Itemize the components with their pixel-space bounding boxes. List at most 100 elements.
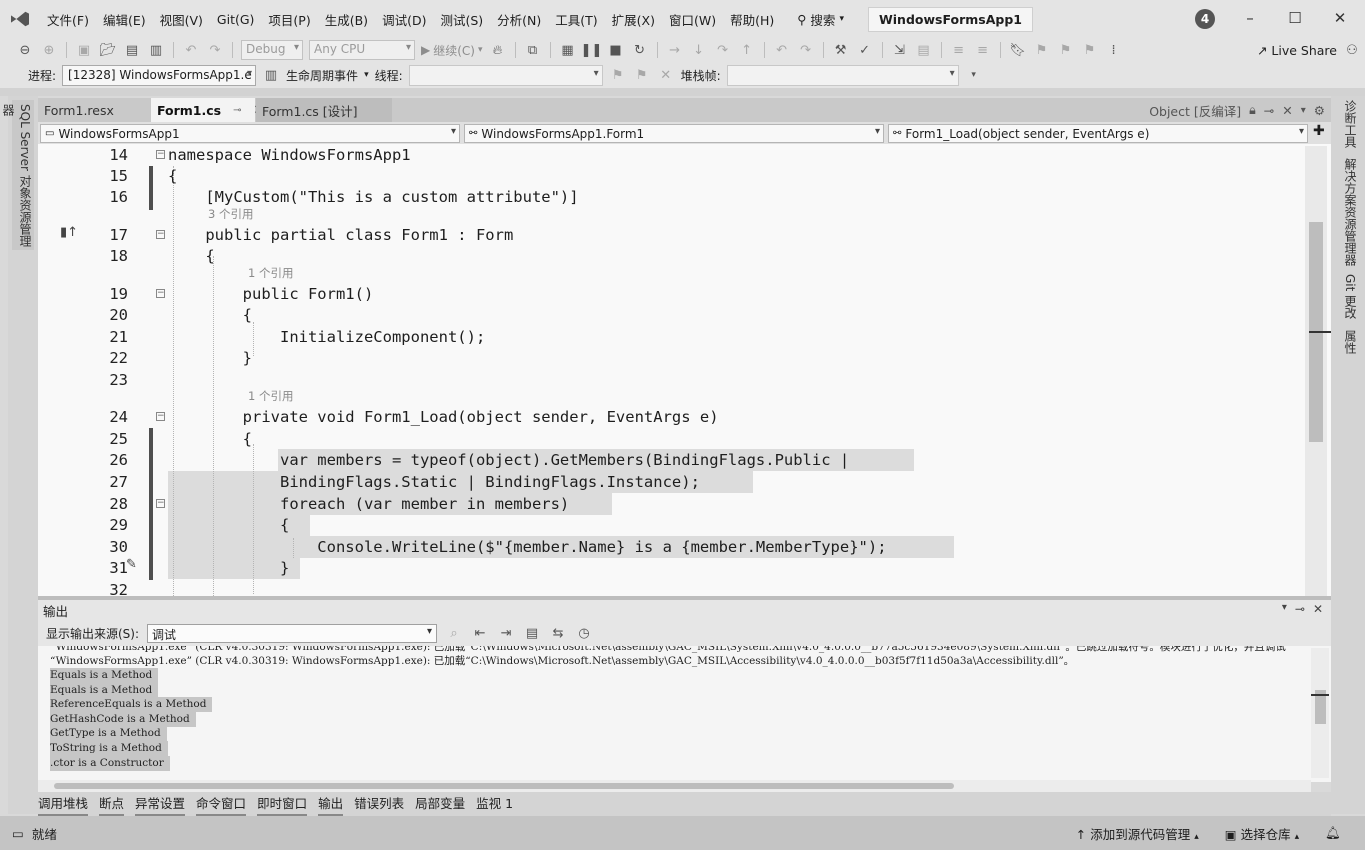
clear-all-icon[interactable]: ▤ (523, 624, 541, 642)
menu-extensions[interactable]: 扩展(X) (605, 10, 662, 29)
restart-icon[interactable]: ↻ (631, 41, 649, 59)
menu-project[interactable]: 项目(P) (261, 10, 317, 29)
forward-icon[interactable]: ⊕ (40, 41, 58, 59)
menu-tools[interactable]: 工具(T) (548, 10, 604, 29)
save-all-icon[interactable]: ▥ (147, 41, 165, 59)
gear-icon[interactable]: ⚙ (1314, 103, 1325, 118)
find-message-icon[interactable]: ⌕ (445, 624, 463, 642)
code-editor[interactable]: ▮↑ ✎ 3 个引用 1 个引用 1 个引用 14 − namespace Wi… (38, 144, 1331, 596)
menu-build[interactable]: 生成(B) (318, 10, 375, 29)
split-editor-icon[interactable]: ✚ (1313, 123, 1325, 139)
menu-analyze[interactable]: 分析(N) (490, 10, 548, 29)
overflow-icon[interactable]: ▾ (965, 66, 983, 84)
pin-icon[interactable]: ⊸ (233, 105, 241, 116)
platform-select[interactable]: Any CPU (309, 40, 415, 60)
tab-form1-cs[interactable]: Form1.cs ⊸ ✕ (151, 98, 264, 122)
tab-output[interactable]: 输出 (318, 791, 344, 817)
minimize-button[interactable]: – (1240, 8, 1260, 28)
browser-link-icon[interactable]: ⧉ (524, 41, 542, 59)
chevron-down-icon[interactable]: ▾ (1282, 602, 1287, 616)
fold-toggle-icon[interactable]: − (156, 230, 165, 239)
diagnostic-tools-tab[interactable]: 诊断工具 (1337, 100, 1359, 148)
maximize-button[interactable]: ☐ (1285, 8, 1305, 28)
output-source-select[interactable]: 调试 (147, 623, 438, 643)
live-share-button[interactable]: ↗ Live Share (1257, 38, 1337, 62)
diagnostics-icon[interactable]: ▦ (559, 41, 577, 59)
project-dropdown[interactable]: ▭ WindowsFormsApp1 ▾ (40, 124, 460, 143)
prev-bookmark-icon[interactable]: ⚑ (1033, 41, 1051, 59)
back-icon[interactable]: ⊖ (16, 41, 34, 59)
tab-breakpoints[interactable]: 断点 (99, 791, 125, 817)
select-icon[interactable]: ⇲ (891, 41, 909, 59)
code-lens-references[interactable]: 3 个引用 (208, 206, 253, 222)
lifecycle-icon[interactable]: ▥ (262, 66, 280, 84)
tab-form1-resx[interactable]: Form1.resx (38, 98, 150, 122)
close-button[interactable]: ✕ (1330, 8, 1350, 28)
tab-error-list[interactable]: 错误列表 (354, 791, 404, 817)
new-project-icon[interactable]: ▣ (75, 41, 93, 59)
redo-icon[interactable]: ↷ (206, 41, 224, 59)
search-box[interactable]: ⚲ 搜索 ▾ (791, 10, 850, 29)
sql-server-explorer-tab[interactable]: SQL Server 对象资源管理器 (1, 100, 34, 250)
undo-icon[interactable]: ↶ (182, 41, 200, 59)
word-wrap-icon[interactable]: ⇆ (549, 624, 567, 642)
overflow-icon[interactable]: ⁞ (1105, 41, 1123, 59)
lifecycle-events-button[interactable]: 生命周期事件 (286, 67, 358, 84)
fold-toggle-icon[interactable]: − (156, 412, 165, 421)
format-icon[interactable]: ⚒ (832, 41, 850, 59)
code-lens-references[interactable]: 1 个引用 (248, 265, 293, 281)
close-icon[interactable]: ✕ (1313, 602, 1323, 616)
menu-git[interactable]: Git(G) (210, 12, 262, 27)
thread-select[interactable] (408, 64, 603, 86)
stop-icon[interactable]: ■ (607, 41, 625, 59)
pin-icon[interactable]: ⊸ (1264, 103, 1274, 118)
step-over-icon[interactable]: ↷ (714, 41, 732, 59)
navigate-back-icon[interactable]: ↶ (773, 41, 791, 59)
next-message-icon[interactable]: ⇥ (497, 624, 515, 642)
outdent-icon[interactable]: ≡ (950, 41, 968, 59)
select-repository-button[interactable]: ▣ 选择仓库 ▴ (1225, 824, 1299, 843)
close-tab-icon[interactable]: ✕ (1282, 103, 1292, 118)
menu-file[interactable]: 文件(F) (40, 10, 96, 29)
type-dropdown[interactable]: ⚯ WindowsFormsApp1.Form1 ▾ (464, 124, 884, 143)
save-icon[interactable]: ▤ (123, 41, 141, 59)
feedback-icon[interactable]: ⚇ (1343, 41, 1361, 59)
output-text-area[interactable]: “WindowsFormsApp1.exe” (CLR v4.0.30319: … (38, 646, 1331, 782)
timestamp-icon[interactable]: ◷ (575, 624, 593, 642)
pin-icon[interactable]: ⊸ (1295, 602, 1305, 616)
process-select[interactable]: [12328] WindowsFormsApp1.e (62, 64, 257, 86)
notification-badge[interactable]: 4 (1195, 9, 1215, 29)
menu-view[interactable]: 视图(V) (153, 10, 210, 29)
solution-explorer-tab[interactable]: 解决方案资源管理器 (1337, 158, 1359, 266)
bookmark-icon[interactable]: 🔖︎ (1009, 41, 1027, 59)
menu-test[interactable]: 测试(S) (433, 10, 490, 29)
tab-immediate-window[interactable]: 即时窗口 (257, 791, 308, 817)
clear-bookmarks-icon[interactable]: ⚑ (1081, 41, 1099, 59)
add-source-control-button[interactable]: ↑ 添加到源代码管理 ▴ (1076, 824, 1199, 843)
continue-button[interactable]: ▶ 继续(C) ▾ (421, 42, 483, 59)
flag-thread-icon[interactable]: ⚑ (609, 66, 627, 84)
next-bookmark-icon[interactable]: ⚑ (1057, 41, 1075, 59)
stack-frame-select[interactable] (726, 64, 959, 86)
step-out-icon[interactable]: ↑ (738, 41, 756, 59)
output-horizontal-thumb[interactable] (54, 783, 954, 789)
chevron-down-icon[interactable]: ▾ (1301, 105, 1306, 116)
tab-locals[interactable]: 局部变量 (415, 791, 465, 817)
pause-icon[interactable]: ❚❚ (581, 41, 603, 59)
fold-toggle-icon[interactable]: − (156, 150, 165, 159)
visual-studio-logo-icon[interactable] (0, 0, 40, 38)
configuration-select[interactable]: Debug (241, 40, 303, 60)
member-dropdown[interactable]: ⚯ Form1_Load(object sender, EventArgs e)… (888, 124, 1308, 143)
tab-form1-designer[interactable]: Form1.cs [设计] (256, 98, 392, 122)
flag-all-icon[interactable]: ⚑ (633, 66, 651, 84)
properties-tab[interactable]: 属性 (1337, 330, 1359, 354)
fold-toggle-icon[interactable]: − (156, 289, 165, 298)
notifications-bell-icon[interactable]: 🔔︎ (1325, 825, 1341, 841)
menu-help[interactable]: 帮助(H) (723, 10, 781, 29)
tab-command-window[interactable]: 命令窗口 (196, 791, 247, 817)
tab-watch-1[interactable]: 监视 1 (476, 791, 513, 817)
show-next-statement-icon[interactable]: → (666, 41, 684, 59)
menu-debug[interactable]: 调试(D) (375, 10, 433, 29)
git-changes-tab[interactable]: Git 更改 (1337, 274, 1359, 319)
previous-message-icon[interactable]: ⇤ (471, 624, 489, 642)
